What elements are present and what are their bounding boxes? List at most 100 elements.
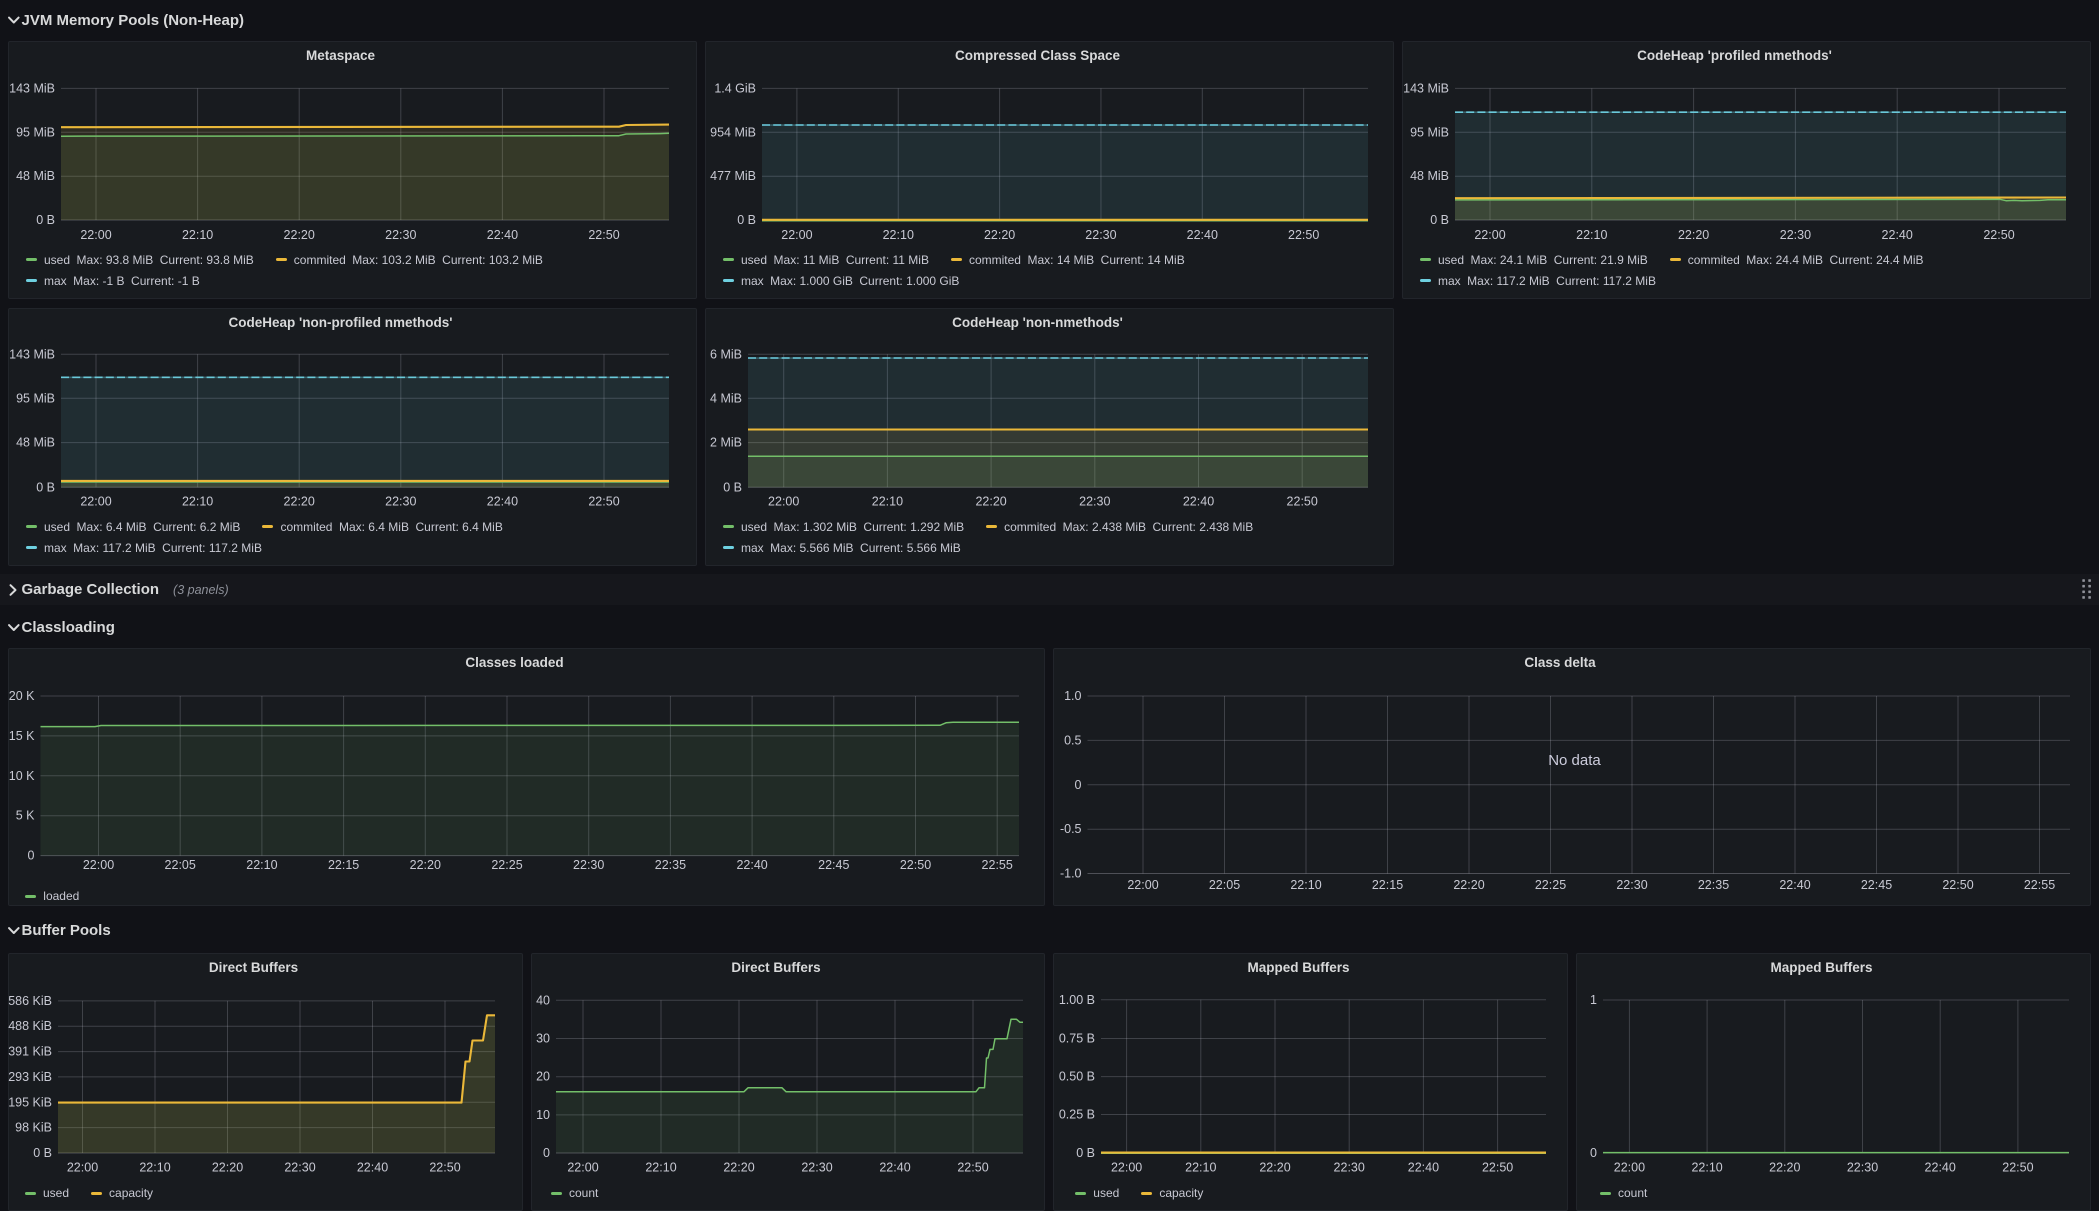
svg-text:1.00 B: 1.00 B bbox=[1059, 993, 1095, 1007]
svg-text:22:20: 22:20 bbox=[410, 858, 441, 872]
svg-text:143 MiB: 143 MiB bbox=[1403, 81, 1449, 95]
svg-text:22:20: 22:20 bbox=[212, 1161, 243, 1175]
svg-text:22:35: 22:35 bbox=[655, 858, 686, 872]
svg-text:10 K: 10 K bbox=[9, 769, 35, 783]
svg-text:22:30: 22:30 bbox=[573, 858, 604, 872]
svg-text:22:50: 22:50 bbox=[1983, 228, 2014, 242]
svg-text:22:00: 22:00 bbox=[768, 495, 799, 509]
svg-text:22:00: 22:00 bbox=[781, 228, 812, 242]
svg-text:0 B: 0 B bbox=[1430, 213, 1449, 227]
svg-text:22:15: 22:15 bbox=[1372, 878, 1403, 892]
svg-text:95 MiB: 95 MiB bbox=[16, 125, 55, 139]
svg-text:15 K: 15 K bbox=[9, 729, 35, 743]
svg-text:20 K: 20 K bbox=[9, 689, 35, 703]
svg-text:20: 20 bbox=[536, 1070, 550, 1084]
svg-text:22:10: 22:10 bbox=[246, 858, 277, 872]
svg-text:22:10: 22:10 bbox=[139, 1161, 170, 1175]
svg-text:22:30: 22:30 bbox=[385, 228, 416, 242]
svg-text:22:00: 22:00 bbox=[80, 495, 111, 509]
svg-text:0 B: 0 B bbox=[737, 213, 756, 227]
svg-text:22:10: 22:10 bbox=[645, 1161, 676, 1175]
svg-text:22:10: 22:10 bbox=[1691, 1161, 1722, 1175]
svg-text:586 KiB: 586 KiB bbox=[8, 994, 52, 1008]
svg-text:0: 0 bbox=[543, 1146, 550, 1160]
svg-text:22:30: 22:30 bbox=[1780, 228, 1811, 242]
svg-text:10: 10 bbox=[536, 1108, 550, 1122]
svg-text:22:10: 22:10 bbox=[872, 495, 903, 509]
svg-text:22:50: 22:50 bbox=[588, 495, 619, 509]
svg-text:48 MiB: 48 MiB bbox=[16, 169, 55, 183]
svg-text:488 KiB: 488 KiB bbox=[8, 1019, 52, 1033]
svg-text:22:20: 22:20 bbox=[284, 228, 315, 242]
svg-text:22:00: 22:00 bbox=[567, 1161, 598, 1175]
svg-text:22:10: 22:10 bbox=[1576, 228, 1607, 242]
svg-text:5 K: 5 K bbox=[16, 809, 35, 823]
svg-text:48 MiB: 48 MiB bbox=[1410, 169, 1449, 183]
svg-text:1: 1 bbox=[1590, 993, 1597, 1007]
svg-text:0 B: 0 B bbox=[723, 480, 742, 494]
svg-text:6 MiB: 6 MiB bbox=[710, 347, 742, 361]
svg-text:95 MiB: 95 MiB bbox=[1410, 125, 1449, 139]
svg-text:22:10: 22:10 bbox=[883, 228, 914, 242]
svg-text:22:40: 22:40 bbox=[1882, 228, 1913, 242]
svg-text:143 MiB: 143 MiB bbox=[9, 347, 55, 361]
svg-text:22:10: 22:10 bbox=[182, 495, 213, 509]
svg-text:22:30: 22:30 bbox=[1085, 228, 1116, 242]
svg-text:0 B: 0 B bbox=[36, 480, 55, 494]
svg-text:22:40: 22:40 bbox=[357, 1161, 388, 1175]
svg-text:22:10: 22:10 bbox=[1290, 878, 1321, 892]
svg-text:22:25: 22:25 bbox=[491, 858, 522, 872]
svg-text:0.25 B: 0.25 B bbox=[1059, 1108, 1095, 1122]
svg-text:22:05: 22:05 bbox=[1209, 878, 1240, 892]
svg-text:22:25: 22:25 bbox=[1535, 878, 1566, 892]
svg-text:22:30: 22:30 bbox=[385, 495, 416, 509]
svg-text:No data: No data bbox=[1548, 752, 1601, 769]
svg-text:22:10: 22:10 bbox=[182, 228, 213, 242]
svg-text:22:00: 22:00 bbox=[67, 1161, 98, 1175]
svg-text:22:30: 22:30 bbox=[1334, 1161, 1365, 1175]
svg-text:-0.5: -0.5 bbox=[1060, 822, 1082, 836]
svg-text:22:00: 22:00 bbox=[83, 858, 114, 872]
svg-text:22:30: 22:30 bbox=[284, 1161, 315, 1175]
svg-text:22:45: 22:45 bbox=[818, 858, 849, 872]
svg-text:0.75 B: 0.75 B bbox=[1059, 1032, 1095, 1046]
svg-text:22:20: 22:20 bbox=[984, 228, 1015, 242]
svg-text:1.0: 1.0 bbox=[1064, 689, 1081, 703]
svg-text:22:20: 22:20 bbox=[1769, 1161, 1800, 1175]
svg-text:22:20: 22:20 bbox=[975, 495, 1006, 509]
svg-text:22:05: 22:05 bbox=[165, 858, 196, 872]
svg-text:477 MiB: 477 MiB bbox=[710, 169, 756, 183]
svg-text:22:50: 22:50 bbox=[1288, 228, 1319, 242]
svg-text:22:50: 22:50 bbox=[588, 228, 619, 242]
svg-text:22:55: 22:55 bbox=[2024, 878, 2055, 892]
svg-text:954 MiB: 954 MiB bbox=[710, 125, 756, 139]
svg-text:1.4 GiB: 1.4 GiB bbox=[714, 81, 756, 95]
svg-text:2 MiB: 2 MiB bbox=[710, 436, 742, 450]
svg-text:22:15: 22:15 bbox=[328, 858, 359, 872]
svg-text:4 MiB: 4 MiB bbox=[710, 391, 742, 405]
svg-text:22:50: 22:50 bbox=[900, 858, 931, 872]
svg-text:0: 0 bbox=[1075, 778, 1082, 792]
svg-text:0 B: 0 B bbox=[36, 213, 55, 227]
svg-text:22:00: 22:00 bbox=[1474, 228, 1505, 242]
svg-text:22:10: 22:10 bbox=[1185, 1161, 1216, 1175]
svg-text:22:20: 22:20 bbox=[723, 1161, 754, 1175]
svg-text:30: 30 bbox=[536, 1032, 550, 1046]
svg-text:40: 40 bbox=[536, 993, 550, 1007]
svg-text:22:30: 22:30 bbox=[1616, 878, 1647, 892]
svg-text:22:55: 22:55 bbox=[982, 858, 1013, 872]
svg-text:22:40: 22:40 bbox=[487, 495, 518, 509]
svg-text:22:50: 22:50 bbox=[1287, 495, 1318, 509]
svg-text:22:35: 22:35 bbox=[1698, 878, 1729, 892]
svg-text:48 MiB: 48 MiB bbox=[16, 436, 55, 450]
svg-text:143 MiB: 143 MiB bbox=[9, 81, 55, 95]
svg-text:22:20: 22:20 bbox=[1678, 228, 1709, 242]
svg-text:22:20: 22:20 bbox=[284, 495, 315, 509]
svg-text:22:40: 22:40 bbox=[1779, 878, 1810, 892]
svg-text:22:40: 22:40 bbox=[1187, 228, 1218, 242]
svg-text:22:30: 22:30 bbox=[1847, 1161, 1878, 1175]
svg-text:293 KiB: 293 KiB bbox=[8, 1070, 52, 1084]
svg-text:22:30: 22:30 bbox=[1079, 495, 1110, 509]
svg-text:22:20: 22:20 bbox=[1259, 1161, 1290, 1175]
svg-text:22:40: 22:40 bbox=[1925, 1161, 1956, 1175]
